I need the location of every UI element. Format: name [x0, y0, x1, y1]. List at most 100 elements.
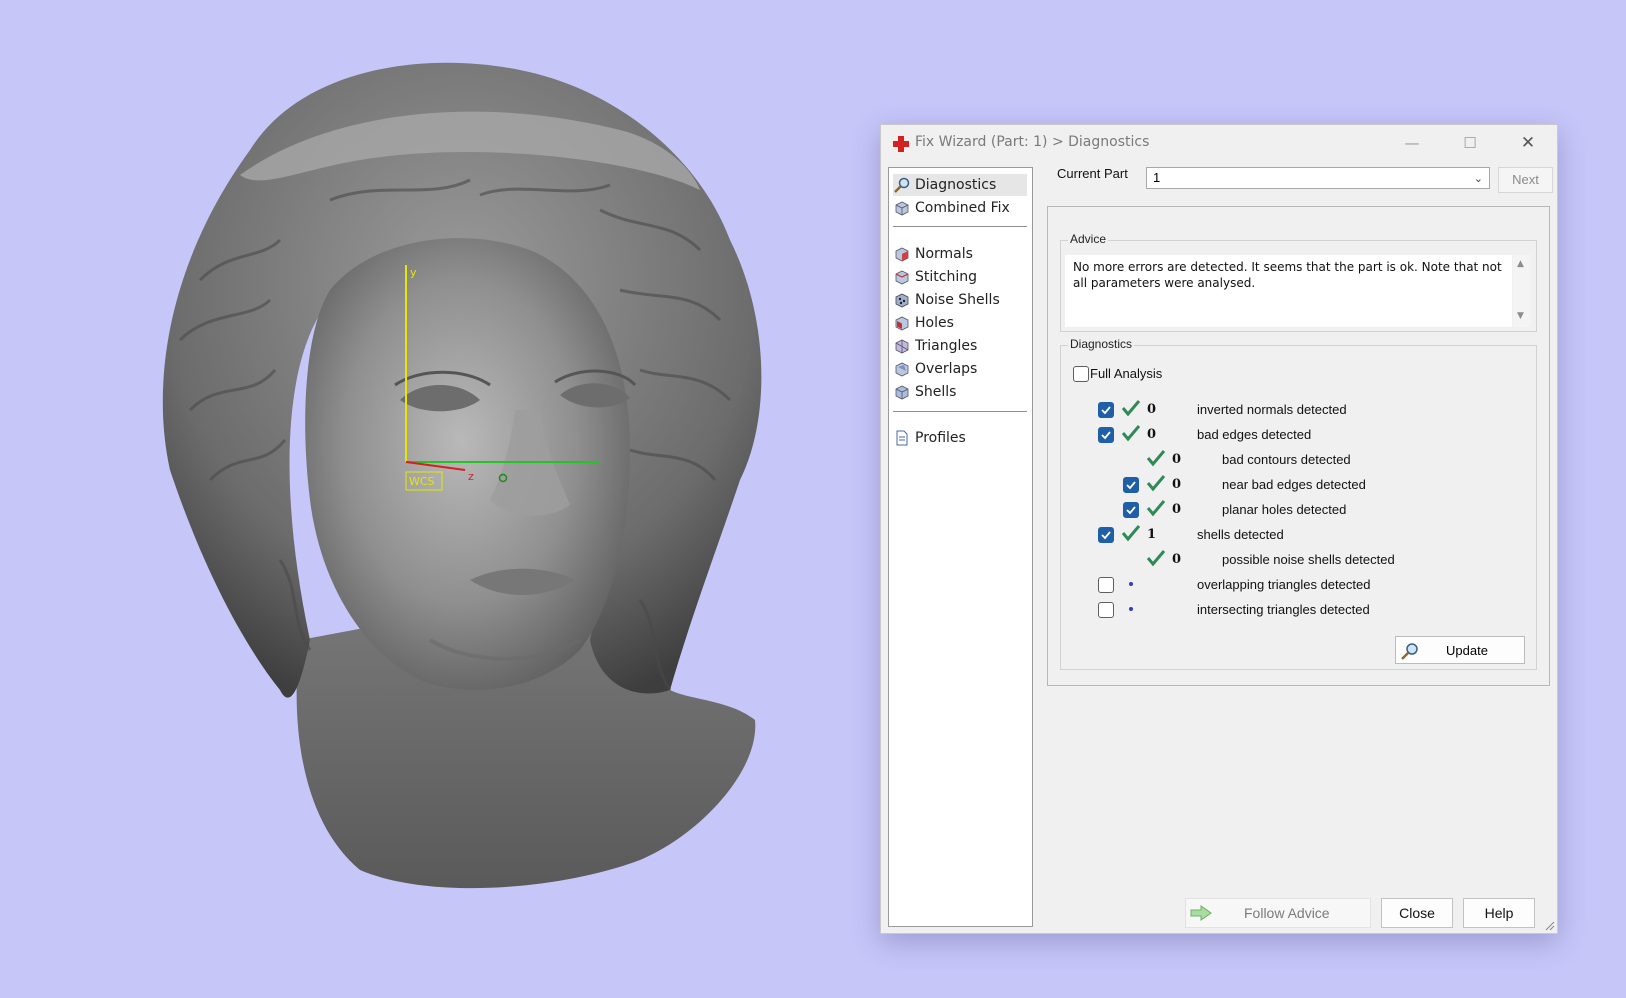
- diag-count: 0: [1172, 452, 1182, 467]
- z-axis-label: z: [468, 470, 474, 483]
- pending-dot-icon: [1129, 582, 1133, 586]
- magnifier-icon: [893, 176, 911, 194]
- current-part-value: 1: [1153, 170, 1161, 185]
- diag-label: intersecting triangles detected: [1197, 602, 1370, 617]
- advice-group: Advice No more errors are detected. It s…: [1060, 232, 1537, 332]
- ok-check-icon: [1146, 500, 1166, 517]
- ok-check-icon: [1121, 400, 1141, 417]
- viewport-canvas[interactable]: y z WCS: [0, 0, 840, 998]
- next-button[interactable]: Next: [1498, 167, 1553, 193]
- scroll-up-icon[interactable]: ▲: [1517, 259, 1524, 269]
- stitching-cube-icon: [893, 268, 911, 286]
- resize-grip-icon[interactable]: [1543, 919, 1555, 931]
- diag-count: 0: [1172, 552, 1182, 567]
- nav-item-stitching[interactable]: Stitching: [893, 266, 1027, 288]
- document-icon: [893, 429, 911, 447]
- sculpture-head-model[interactable]: [162, 62, 762, 889]
- update-button[interactable]: Update: [1395, 636, 1525, 664]
- diag-label: planar holes detected: [1222, 502, 1347, 517]
- title-bar[interactable]: Fix Wizard (Part: 1) > Diagnostics — ☐ ✕: [881, 125, 1557, 161]
- full-analysis-checkbox[interactable]: [1073, 366, 1089, 382]
- 3d-viewport[interactable]: y z WCS: [0, 0, 840, 998]
- ok-check-icon: [1146, 450, 1166, 467]
- diag-label: bad edges detected: [1197, 427, 1312, 442]
- shells-checkbox[interactable]: [1098, 527, 1114, 543]
- follow-advice-button[interactable]: Follow Advice: [1185, 898, 1371, 928]
- close-button[interactable]: Close: [1381, 898, 1453, 928]
- advice-title: Advice: [1068, 232, 1109, 246]
- ok-check-icon: [1146, 475, 1166, 492]
- magnifier-icon: [1401, 643, 1418, 660]
- maximize-button[interactable]: ☐: [1447, 129, 1493, 157]
- nav-item-holes[interactable]: Holes: [893, 312, 1027, 334]
- overlaps-cube-icon: [893, 360, 911, 378]
- diag-count: 0: [1172, 502, 1182, 517]
- intersecting-triangles-checkbox[interactable]: [1098, 602, 1114, 618]
- window-close-button[interactable]: ✕: [1505, 129, 1551, 157]
- follow-advice-label: Follow Advice: [1244, 905, 1330, 921]
- window-title: Fix Wizard (Part: 1) > Diagnostics: [915, 134, 1150, 150]
- nav-label: Noise Shells: [915, 292, 1000, 308]
- full-analysis-label: Full Analysis: [1090, 366, 1163, 381]
- diag-count: 0: [1147, 402, 1157, 417]
- nav-label: Overlaps: [915, 361, 978, 377]
- fix-wizard-dialog: Fix Wizard (Part: 1) > Diagnostics — ☐ ✕…: [880, 124, 1558, 934]
- diag-count: 1: [1147, 527, 1157, 542]
- nav-label: Normals: [915, 246, 973, 262]
- triangles-cube-icon: [893, 337, 911, 355]
- scroll-down-icon[interactable]: ▼: [1517, 311, 1524, 321]
- shells-cube-icon: [893, 383, 911, 401]
- nav-item-combined-fix[interactable]: Combined Fix: [893, 197, 1027, 219]
- diagnostics-title: Diagnostics: [1068, 337, 1135, 351]
- nav-label: Combined Fix: [915, 200, 1010, 216]
- chevron-down-icon: ⌄: [1473, 173, 1483, 185]
- diag-label: possible noise shells detected: [1222, 552, 1395, 567]
- nav-item-diagnostics[interactable]: Diagnostics: [893, 174, 1027, 196]
- nav-label: Shells: [915, 384, 957, 400]
- bad-edges-checkbox[interactable]: [1098, 427, 1114, 443]
- help-button[interactable]: Help: [1463, 898, 1535, 928]
- noise-shells-icon: [893, 291, 911, 309]
- diag-label: near bad edges detected: [1222, 477, 1366, 492]
- nav-item-overlaps[interactable]: Overlaps: [893, 358, 1027, 380]
- nav-separator: [893, 226, 1027, 227]
- holes-cube-icon: [893, 314, 911, 332]
- normals-cube-icon: [893, 245, 911, 263]
- ok-check-icon: [1121, 525, 1141, 542]
- advice-scrollbar[interactable]: ▲ ▼: [1513, 255, 1531, 327]
- nav-item-noise-shells[interactable]: Noise Shells: [893, 289, 1027, 311]
- overlapping-triangles-checkbox[interactable]: [1098, 577, 1114, 593]
- nav-item-shells[interactable]: Shells: [893, 381, 1027, 403]
- diag-label: shells detected: [1197, 527, 1284, 542]
- diag-count: 0: [1147, 427, 1157, 442]
- inverted-normals-checkbox[interactable]: [1098, 402, 1114, 418]
- wcs-label: WCS: [409, 475, 435, 488]
- ok-check-icon: [1146, 550, 1166, 567]
- nav-separator: [893, 411, 1027, 412]
- nav-label: Triangles: [915, 338, 978, 354]
- minimize-button[interactable]: —: [1389, 129, 1435, 157]
- update-label: Update: [1446, 643, 1488, 658]
- diag-label: overlapping triangles detected: [1197, 577, 1371, 592]
- planar-holes-checkbox[interactable]: [1123, 502, 1139, 518]
- current-part-label: Current Part: [1057, 166, 1128, 181]
- nav-label: Diagnostics: [915, 177, 997, 193]
- diag-count: 0: [1172, 477, 1182, 492]
- diag-label: bad contours detected: [1222, 452, 1351, 467]
- y-axis-label: y: [410, 266, 417, 279]
- arrow-right-icon: [1190, 905, 1212, 921]
- red-cross-app-icon: [893, 136, 909, 152]
- diagnostics-group: Diagnostics Full Analysis 0 inverted nor…: [1060, 337, 1537, 670]
- nav-item-profiles[interactable]: Profiles: [893, 427, 1027, 449]
- near-bad-edges-checkbox[interactable]: [1123, 477, 1139, 493]
- nav-item-normals[interactable]: Normals: [893, 243, 1027, 265]
- nav-label: Profiles: [915, 430, 966, 446]
- nav-label: Holes: [915, 315, 954, 331]
- wizard-nav-list: Diagnostics Combined Fix Normals Stitchi…: [888, 167, 1033, 927]
- nav-item-triangles[interactable]: Triangles: [893, 335, 1027, 357]
- diag-label: inverted normals detected: [1197, 402, 1347, 417]
- diagnostics-panel: Advice No more errors are detected. It s…: [1047, 206, 1550, 686]
- ok-check-icon: [1121, 425, 1141, 442]
- nav-label: Stitching: [915, 269, 977, 285]
- current-part-select[interactable]: 1 ⌄: [1146, 167, 1490, 189]
